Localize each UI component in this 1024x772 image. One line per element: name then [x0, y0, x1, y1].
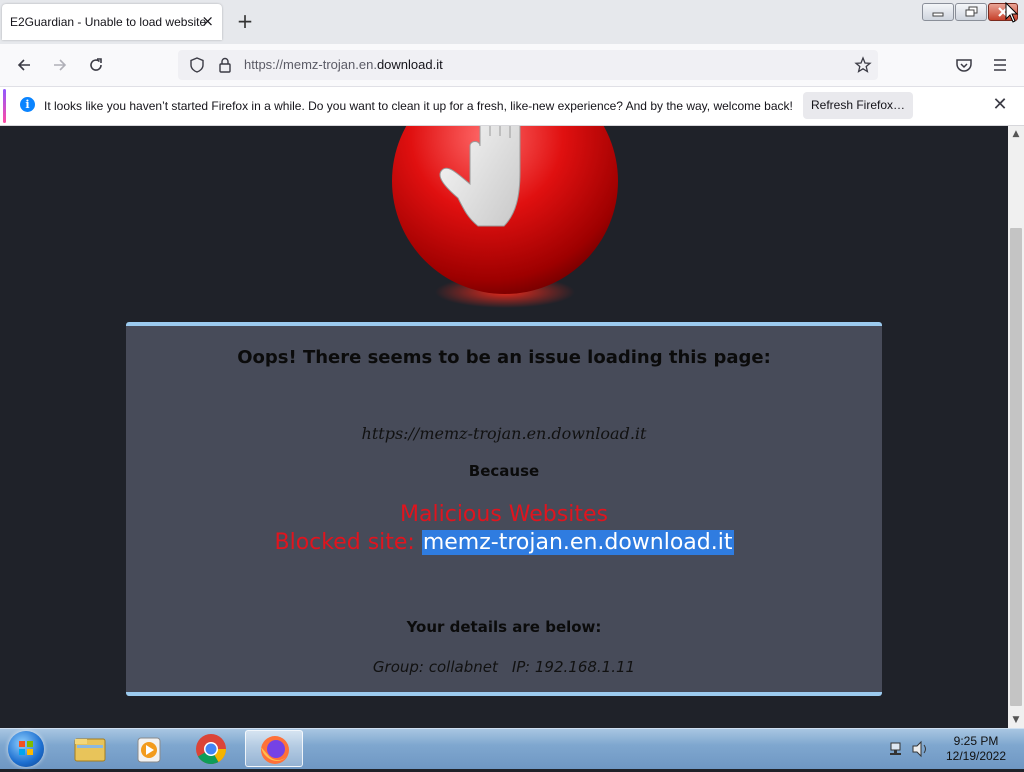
scroll-up-icon[interactable]: ▲ [1008, 126, 1024, 142]
blocked-site-domain[interactable]: memz-trojan.en.download.it [421, 530, 734, 555]
details-heading: Your details are below: [406, 618, 602, 636]
forward-button[interactable] [50, 55, 70, 75]
tab-title: E2Guardian - Unable to load website [10, 15, 207, 29]
tab-strip: E2Guardian - Unable to load website × + [0, 0, 1024, 44]
url-prefix: https://memz-trojan.en. [244, 57, 377, 72]
mouse-cursor-icon [1005, 2, 1019, 23]
window-controls [922, 3, 1018, 21]
scrollbar-thumb[interactable] [1010, 228, 1022, 706]
minimize-button[interactable] [922, 3, 954, 21]
clock-time: 9:25 PM [953, 734, 999, 748]
tab-e2guardian[interactable]: E2Guardian - Unable to load website × [2, 4, 222, 40]
tracking-protection-shield-icon[interactable] [188, 56, 206, 74]
pocket-icon [956, 59, 972, 72]
url-text[interactable]: https://memz-trojan.en.download.it [244, 57, 443, 72]
back-arrow-icon [17, 59, 30, 71]
vertical-scrollbar[interactable]: ▲ ▼ [1008, 126, 1024, 728]
lock-icon[interactable] [216, 56, 234, 74]
page-content: Oops! There seems to be an issue loading… [0, 126, 1008, 728]
info-icon: i [20, 97, 35, 112]
url-domain: download.it [376, 57, 443, 72]
blocked-site-label: Blocked site: [274, 530, 422, 555]
chrome-icon [196, 734, 226, 765]
hamburger-menu-icon [994, 59, 1006, 71]
volume-icon[interactable] [910, 737, 930, 761]
clock-date: 12/19/2022 [945, 749, 1007, 763]
blocked-url: https://memz-trojan.en.download.it [361, 424, 647, 443]
reload-button[interactable] [86, 55, 106, 75]
taskbar-windows-explorer[interactable] [60, 730, 118, 767]
new-tab-button[interactable]: + [236, 11, 254, 31]
error-heading: Oops! There seems to be an issue loading… [237, 347, 771, 368]
notification-close-icon[interactable]: ✕ [990, 95, 1010, 115]
media-player-icon [137, 737, 161, 763]
system-tray [888, 737, 928, 761]
minimize-icon [932, 12, 944, 17]
folder-icon [74, 738, 106, 762]
network-icon[interactable] [888, 737, 906, 761]
block-reason: Malicious Websites [400, 502, 608, 527]
restore-icon [965, 6, 978, 17]
taskbar-firefox[interactable] [245, 730, 303, 767]
group-value: Group: collabnet [372, 658, 498, 676]
user-details: Group: collabnet IP: 192.168.1.11 [126, 658, 882, 676]
blocked-site-line: Blocked site: memz-trojan.en.download.it [126, 530, 882, 555]
taskbar: 9:25 PM 12/19/2022 [0, 728, 1024, 769]
back-button[interactable] [14, 55, 34, 75]
because-label: Because [468, 462, 540, 480]
tab-close-icon[interactable]: × [201, 13, 214, 29]
error-panel: Oops! There seems to be an issue loading… [126, 322, 882, 696]
pocket-button[interactable] [954, 55, 974, 75]
start-button[interactable] [8, 731, 44, 767]
url-bar[interactable]: https://memz-trojan.en.download.it [178, 50, 878, 80]
firefox-icon [261, 736, 289, 764]
taskbar-google-chrome[interactable] [182, 730, 240, 767]
bookmark-star-icon[interactable] [854, 56, 872, 74]
refresh-firefox-button[interactable]: Refresh Firefox… [803, 92, 913, 119]
taskbar-media-player[interactable] [120, 730, 178, 767]
restore-button[interactable] [955, 3, 987, 21]
stop-hand-logo [392, 126, 618, 308]
system-clock[interactable]: 9:25 PM 12/19/2022 [936, 734, 1016, 764]
navigation-toolbar: https://memz-trojan.en.download.it [0, 44, 1024, 87]
scroll-down-icon[interactable]: ▼ [1008, 712, 1024, 728]
app-menu-button[interactable] [990, 55, 1010, 75]
reload-icon [90, 58, 102, 71]
notification-accent-bar [3, 89, 6, 123]
notification-message: It looks like you haven’t started Firefo… [44, 99, 793, 113]
ip-value: IP: 192.168.1.11 [511, 658, 636, 676]
forward-arrow-icon [54, 59, 67, 71]
windows-logo-icon [19, 741, 33, 755]
refresh-firefox-notification: i It looks like you haven’t started Fire… [0, 87, 1024, 126]
